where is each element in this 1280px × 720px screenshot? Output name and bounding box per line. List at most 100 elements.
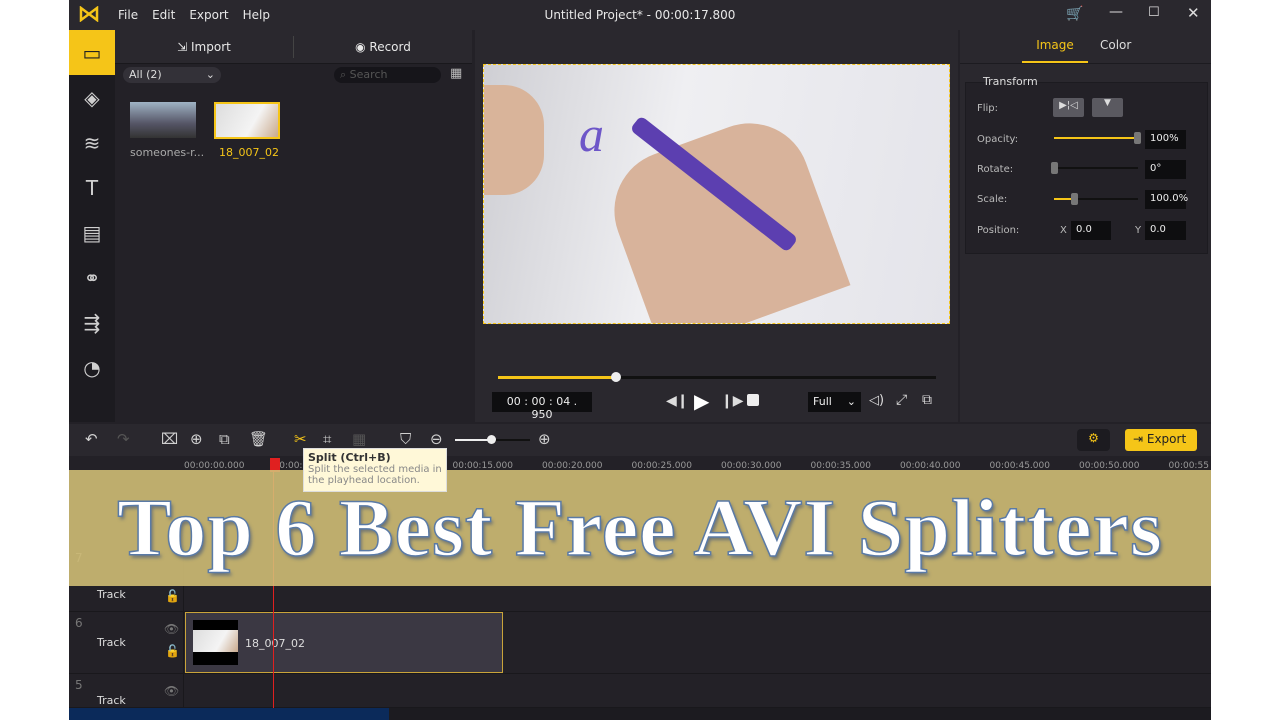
chevron-down-icon: ⌄: [846, 395, 856, 408]
export-button[interactable]: ⇥ Export: [1125, 429, 1197, 451]
media-name-2: 18_007_02: [219, 146, 279, 159]
filter-value: All (2): [129, 68, 162, 81]
ruler-tick-label: 00:00:20.000: [542, 461, 603, 471]
sidebar-text-icon[interactable]: T: [69, 165, 115, 210]
position-y-field[interactable]: 0.0: [1145, 221, 1186, 240]
media-name-1: someones-r...: [130, 146, 205, 159]
volume-icon[interactable]: ◁): [869, 393, 884, 408]
track-number: 7: [75, 551, 83, 565]
media-thumbnail-1[interactable]: [130, 102, 196, 138]
tooltip-text: Split the selected media in the playhead…: [308, 464, 442, 486]
grid-view-icon[interactable]: ▦: [450, 66, 462, 81]
rotate-slider[interactable]: [1051, 162, 1138, 174]
clip-thumbnail: [193, 620, 238, 665]
tab-color[interactable]: Color: [1100, 38, 1131, 52]
play-icon[interactable]: ▶: [694, 389, 709, 413]
ruler-tick-label: 00:00:25.000: [631, 461, 692, 471]
playback-handle[interactable]: [611, 372, 622, 382]
opacity-slider[interactable]: [1054, 132, 1141, 144]
search-input[interactable]: ⌕ Search: [334, 67, 441, 83]
import-label: Import: [191, 39, 231, 54]
y-label: Y: [1135, 225, 1142, 236]
search-icon: ⌕: [340, 68, 350, 81]
record-button[interactable]: ◉ Record: [294, 40, 472, 54]
sidebar-audio-icon[interactable]: ≋: [69, 120, 115, 165]
lock-icon[interactable]: 🔓: [165, 644, 180, 658]
flip-horizontal-button[interactable]: ▶¦◁: [1053, 98, 1084, 117]
ruler-tick-label: 00:00:15.000: [452, 461, 513, 471]
flip-label: Flip:: [977, 103, 999, 114]
redo-icon[interactable]: ↷: [117, 430, 130, 448]
zoom-value: Full: [813, 395, 832, 408]
media-thumbnail-2[interactable]: [214, 102, 280, 139]
playhead-handle[interactable]: [270, 458, 280, 472]
window-title: Untitled Project* - 00:00:17.800: [544, 8, 736, 22]
track-number: 5: [75, 678, 83, 692]
record-icon: ◉: [355, 39, 370, 54]
scale-slider[interactable]: [1054, 193, 1138, 205]
sidebar-templates-icon[interactable]: ▤: [69, 210, 115, 255]
import-button[interactable]: ⇲ Import: [115, 40, 293, 54]
timeline-toolbar: ↶ ↷ ⌧ ⊕ ⧉ 🗑 ✂ ⌗ ▦ ⛉ ⊖ ⊕ ⚙ ⇥ Export: [69, 424, 1211, 456]
split-icon[interactable]: ✂: [294, 430, 307, 448]
timeline-clip[interactable]: 18_007_02: [185, 612, 503, 673]
title-bar: File Edit Export Help Untitled Project* - 0…: [69, 0, 1211, 30]
rotate-field[interactable]: 0°: [1145, 160, 1186, 179]
prev-frame-icon[interactable]: ◀❙: [666, 393, 689, 409]
lock-icon[interactable]: 🔓: [165, 589, 180, 603]
sidebar: ▭ ◈ ≋ T ▤ ⚭ ⇶ ◔: [69, 30, 115, 422]
ruler-tick-label: 00:00:45.000: [989, 461, 1050, 471]
timeline-ruler[interactable]: 00:00:00.00000:00:05.00000:00:10.00000:0…: [69, 456, 1211, 476]
add-icon[interactable]: ⊕: [190, 430, 203, 448]
tooltip-title: Split (Ctrl+B): [308, 451, 391, 464]
next-frame-icon[interactable]: ❙▶: [721, 393, 744, 409]
flip-vertical-button[interactable]: ▼: [1092, 98, 1123, 117]
stop-icon[interactable]: [747, 394, 759, 406]
export-label: Export: [1146, 432, 1187, 446]
properties-panel: Image Color Transform Flip: ▶¦◁ ▼ Opacit…: [960, 30, 1211, 422]
minimize-icon[interactable]: —: [1109, 4, 1123, 20]
preview-video[interactable]: a: [483, 64, 950, 324]
trash-icon[interactable]: 🗑: [249, 430, 268, 448]
cart-icon[interactable]: 🛒: [1066, 6, 1083, 22]
sidebar-transitions-icon[interactable]: ⇶: [69, 300, 115, 345]
track-label: Track: [97, 588, 126, 601]
sidebar-media-icon[interactable]: ▭: [69, 30, 115, 75]
tab-image[interactable]: Image: [1022, 38, 1088, 63]
playback-slider[interactable]: [498, 372, 936, 382]
eye-icon[interactable]: 👁: [164, 684, 179, 698]
track-6: 6 Track 👁 🔓 18_007_02: [69, 612, 1211, 674]
zoom-out-icon[interactable]: ⊖: [430, 430, 443, 448]
track-number: 6: [75, 616, 83, 630]
marker-icon[interactable]: ⛉: [400, 430, 411, 448]
undo-icon[interactable]: ↶: [85, 430, 98, 448]
sidebar-layers-icon[interactable]: ◈: [69, 75, 115, 120]
eye-icon[interactable]: 👁: [164, 622, 179, 636]
detach-preview-icon[interactable]: ⧉: [922, 392, 932, 408]
copy-icon[interactable]: ⧉: [219, 430, 230, 448]
crop-icon[interactable]: ⌗: [323, 430, 331, 448]
scale-label: Scale:: [977, 194, 1008, 205]
scale-field[interactable]: 100.0%: [1145, 190, 1188, 209]
zoom-select[interactable]: Full ⌄: [808, 392, 861, 412]
maximize-icon[interactable]: ☐: [1148, 5, 1160, 20]
close-icon[interactable]: ✕: [1187, 4, 1200, 22]
sidebar-filters-icon[interactable]: ⚭: [69, 255, 115, 300]
opacity-field[interactable]: 100%: [1145, 130, 1186, 149]
freeze-icon[interactable]: ▦: [352, 430, 366, 448]
clip-name: 18_007_02: [245, 637, 305, 650]
delete-clip-icon[interactable]: ⌧: [161, 430, 178, 448]
media-filter-select[interactable]: All (2) ⌄: [123, 67, 221, 83]
settings-render-icon[interactable]: ⚙: [1077, 429, 1110, 451]
position-x-field[interactable]: 0.0: [1071, 221, 1111, 240]
zoom-in-icon[interactable]: ⊕: [538, 430, 551, 448]
fullscreen-icon[interactable]: ⤢: [896, 392, 907, 408]
preview-panel: a 00 : 00 : 04 . 950 ◀❙ ▶ ❙▶ Full ⌄ ◁) ⤢ …: [475, 30, 958, 422]
ruler-tick-label: 00:00:40.000: [900, 461, 961, 471]
track-label: Track: [97, 636, 126, 649]
import-icon: ⇲: [177, 39, 192, 54]
sidebar-stickers-icon[interactable]: ◔: [69, 345, 115, 390]
position-label: Position:: [977, 225, 1020, 236]
track-5: 5 Track 👁: [69, 674, 1211, 708]
timeline-zoom-slider[interactable]: [455, 435, 530, 444]
